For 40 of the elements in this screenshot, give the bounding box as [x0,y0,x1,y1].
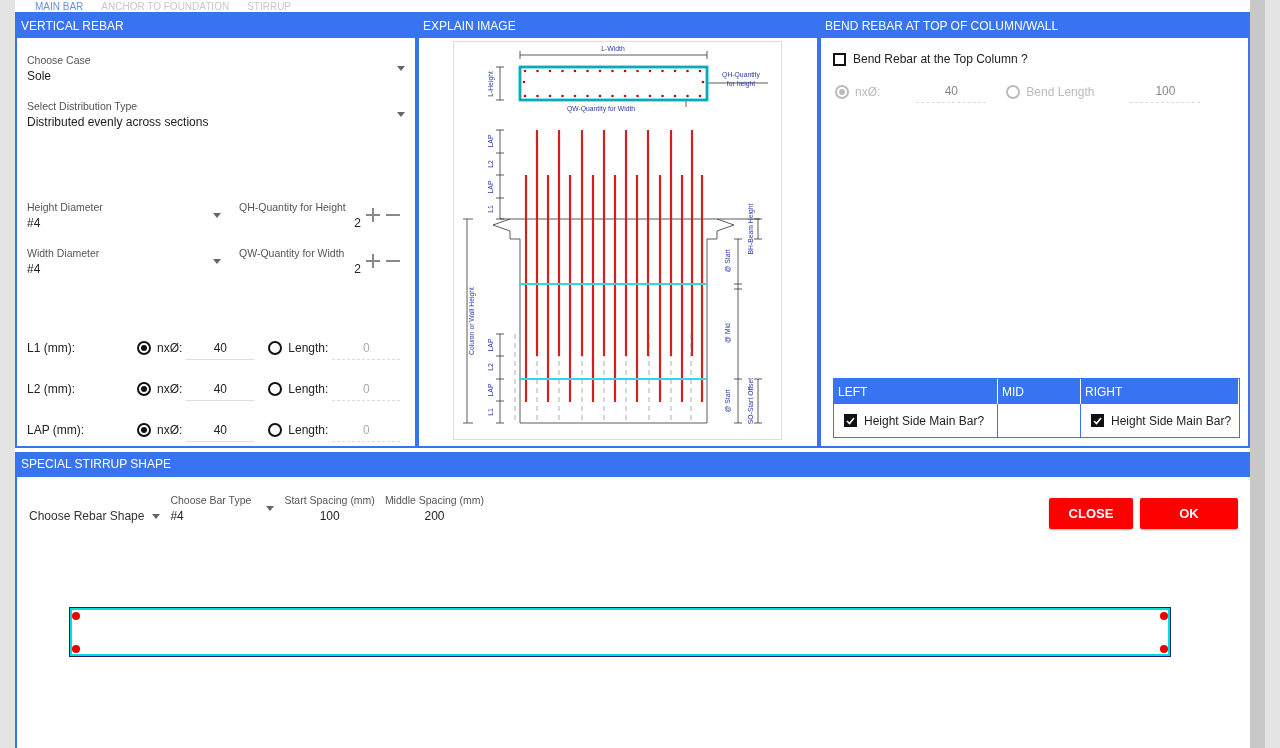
field-label: Start Spacing (mm) [284,494,375,506]
field-label: Middle Spacing (mm) [384,494,485,506]
dropdown[interactable]: Height Diameter #4 [27,198,221,232]
dropdown[interactable]: Choose Rebar Shape [29,509,161,523]
input-field[interactable]: 40 [186,377,255,401]
checkbox-label: Height Side Main Bar? [1111,413,1232,428]
dropdown[interactable]: Width Diameter #4 [27,244,221,278]
field-label: QH-Quantity for Height [239,200,347,213]
column-header: LEFT [834,379,998,404]
option-label: nxØ: [157,341,183,355]
field-value[interactable]: 100 [319,509,340,523]
row-label: L1 (mm): [27,341,76,355]
option-label: Length: [288,423,329,437]
checkbox-label: Height Side Main Bar? [864,413,985,428]
row-label: L2 (mm): [27,382,76,396]
dropdown[interactable]: Choose Case Sole [27,52,405,84]
input-field[interactable]: 40 [186,418,255,442]
dialog-button[interactable]: OK [1140,498,1238,529]
checkbox-label: Bend Rebar at the Top Column ? [853,52,1028,66]
option-label: nxØ: [157,423,183,437]
panel-header: EXPLAIN IMAGE [419,12,817,38]
panel-header: SPECIAL STIRRUP SHAPE [17,452,1250,477]
field-label: QW-Quantity for Width [239,246,346,259]
column-header: RIGHT [1081,379,1239,404]
option-label: Length: [288,382,329,396]
panel-header: BEND REBAR AT TOP OF COLUMN/WALL [821,12,1248,38]
option-label: Length: [288,341,329,355]
column-header: MID [998,379,1081,404]
field-value[interactable]: 200 [424,509,445,523]
row-label: LAP (mm): [27,423,86,437]
option-label: nxØ: [855,84,881,99]
quantity-value[interactable]: 2 [354,261,361,276]
dropdown[interactable]: Select Distribution Type Distributed evenly across sections [27,98,405,130]
option-label: nxØ: [157,382,183,396]
dropdown[interactable]: Choose Bar Type #4 [170,494,275,523]
option-label: Bend Length [1026,84,1095,99]
quantity-value[interactable]: 2 [354,215,361,230]
input-field[interactable]: 40 [186,336,255,360]
dialog-button[interactable]: CLOSE [1049,498,1133,529]
panel-header: VERTICAL REBAR [17,12,415,38]
